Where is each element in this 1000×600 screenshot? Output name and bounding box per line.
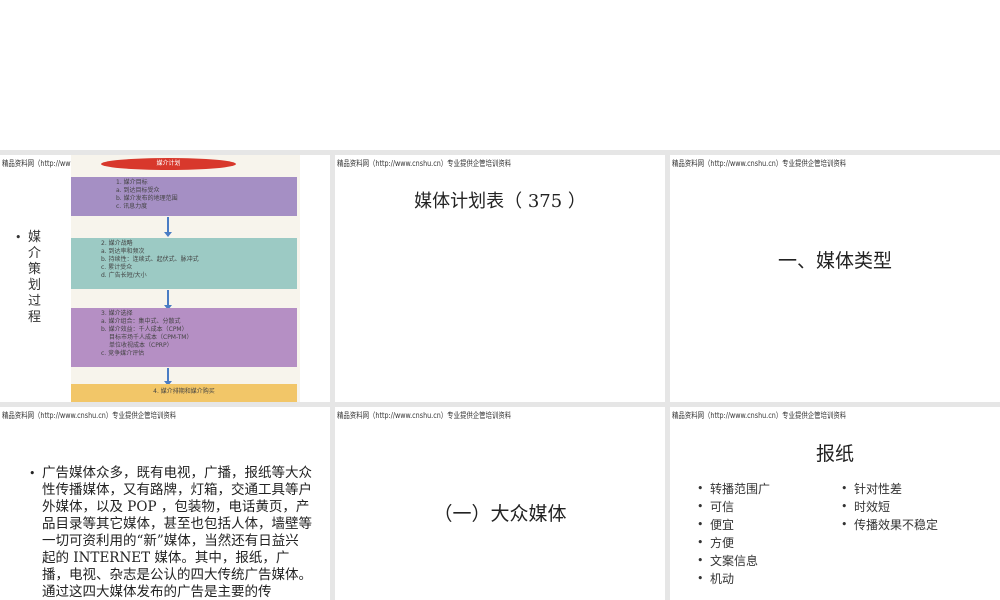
bullet-paragraph: 广告媒体众多，既有电视，广播，报纸等大众性传播媒体，又有路牌，灯箱，交通工具等户… [29, 465, 312, 600]
slide-title: 报纸 [815, 443, 854, 465]
arrow-down-icon [164, 290, 172, 310]
slide-header: 精品资料网（http://www.cnshu.cn）专业提供企管培训资料 [672, 159, 847, 168]
media-plan-flowchart-image: 媒介计划 1. 媒介目标 a. 到达目标受众 b. 媒介发布的地理范围 c. 讯息力度… [71, 155, 300, 402]
list-item: 方便 [697, 534, 770, 552]
slide-header: 精品资料网（http://www.cnshu.cn）专业提供企管培训资料 [337, 411, 512, 420]
slide-6[interactable]: 精品资料网（http://www.cnshu.cn）专业提供企管培训资料 报纸 … [670, 407, 1000, 600]
flow-box-selection: 3. 媒介选择 a. 媒介组合：集中式、分散式 b. 媒介效益：千人成本（CPM）目… [71, 308, 297, 367]
list-item: 针对性差 [841, 480, 938, 498]
flow-box-objectives: 1. 媒介目标 a. 到达目标受众 b. 媒介发布的地理范围 c. 讯息力度 [71, 177, 297, 216]
list-item: 机动 [697, 570, 770, 588]
cons-list: 针对性差 时效短 传播效果不稳定 [841, 480, 938, 534]
list-item: 文案信息 [697, 552, 770, 570]
slide-4[interactable]: 精品资料网（http://www.cnshu.cn）专业提供企管培训资料 广告媒… [0, 407, 330, 600]
slide-header: 精品资料网（http://www.cnshu.cn）专业提供企管培训资料 [2, 411, 177, 420]
list-item: 便宜 [697, 516, 770, 534]
slide-title: 一、媒体类型 [777, 250, 892, 272]
slide-header: 精品资料网（http://www.cnshu.cn）专业提供企管培训资料 [337, 159, 512, 168]
arrow-down-icon [164, 217, 172, 237]
slide-3[interactable]: 精品资料网（http://www.cnshu.cn）专业提供企管培训资料 一、媒… [670, 155, 1000, 402]
bullet-text: 媒介策划过程 [15, 230, 42, 326]
flow-box-strategy: 2. 媒介战略 a. 到达率和频次 b. 持续性：连续式、起伏式、脉冲式 c. 累计受… [71, 238, 297, 289]
slide-1[interactable]: 精品资料网（http://www.cnshu.cn）专业提供企管培训资料 媒介策… [0, 155, 330, 402]
slide-title: （一）大众媒体 [433, 503, 567, 525]
list-item: 传播效果不稳定 [841, 516, 938, 534]
arrow-down-icon [164, 368, 172, 386]
pros-list: 转播范围广 可信 便宜 方便 文案信息 机动 [697, 480, 770, 588]
flow-box-scheduling: 4. 媒介排期和媒介购买 [71, 384, 297, 402]
flow-title: 媒介计划 [101, 158, 236, 170]
list-item: 转播范围广 [697, 480, 770, 498]
slide-title: 媒体计划表（ 375 ） [414, 191, 586, 212]
slide-header: 精品资料网（http://www.cnshu.cn）专业提供企管培训资料 [672, 411, 847, 420]
list-item: 可信 [697, 498, 770, 516]
list-item: 时效短 [841, 498, 938, 516]
slide-2[interactable]: 精品资料网（http://www.cnshu.cn）专业提供企管培训资料 媒体计… [335, 155, 665, 402]
slide-5[interactable]: 精品资料网（http://www.cnshu.cn）专业提供企管培训资料 （一）… [335, 407, 665, 600]
